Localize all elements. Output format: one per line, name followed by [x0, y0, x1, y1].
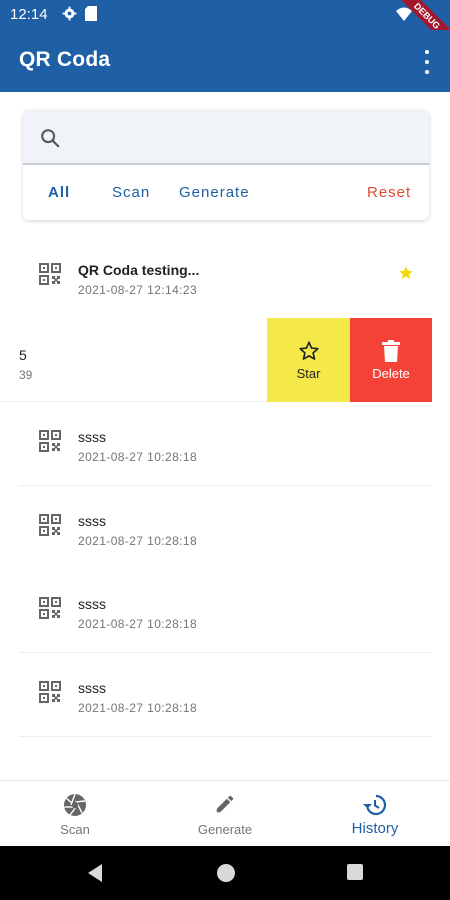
qr-code-icon: [39, 597, 61, 619]
history-item-title: ssss: [78, 596, 106, 612]
overflow-menu-icon[interactable]: [420, 50, 434, 74]
search-input[interactable]: [23, 110, 429, 165]
status-bar: 12:14 DEBUG: [0, 0, 450, 53]
home-icon[interactable]: [216, 863, 236, 883]
trash-icon: [382, 340, 400, 362]
status-icons-left: [62, 6, 97, 21]
history-item-title: 5: [19, 347, 27, 363]
nav-generate[interactable]: Generate: [150, 781, 300, 847]
filter-all-button[interactable]: All: [48, 184, 70, 201]
delete-action-label: Delete: [372, 366, 410, 381]
reset-button[interactable]: Reset: [367, 184, 411, 201]
system-navigation-bar: [0, 846, 450, 900]
history-item-date: 2021-08-27 10:28:18: [78, 617, 198, 631]
nav-history[interactable]: History: [300, 781, 450, 847]
qr-code-icon: [39, 263, 61, 285]
bottom-navigation: Scan Generate History: [0, 780, 450, 846]
nav-history-label: History: [351, 820, 399, 837]
camera-shutter-icon: [64, 793, 86, 816]
history-item-date: 2021-08-27 12:14:23: [78, 283, 198, 297]
app-bar: QR Coda: [0, 30, 450, 92]
filter-row: All Scan Generate Reset: [23, 167, 429, 220]
history-item-title: ssss: [78, 680, 106, 696]
search-filter-card: All Scan Generate Reset: [23, 110, 429, 220]
history-item[interactable]: ssss 2021-08-27 10:28:18: [19, 402, 432, 486]
history-item-date: 39: [19, 368, 33, 382]
nav-scan[interactable]: Scan: [0, 781, 150, 847]
search-icon: [41, 129, 60, 148]
history-item-title: QR Coda testing...: [78, 262, 200, 278]
qr-code-icon: [39, 681, 61, 703]
history-icon: [363, 794, 387, 816]
nav-scan-label: Scan: [60, 822, 90, 837]
history-item-date: 2021-08-27 10:28:18: [78, 450, 198, 464]
history-item[interactable]: QR Coda testing... 2021-08-27 12:14:23: [19, 235, 432, 319]
history-item-date: 2021-08-27 10:28:18: [78, 701, 198, 715]
history-item-title: ssss: [78, 429, 106, 445]
star-outline-icon: [298, 341, 319, 360]
delete-action-button[interactable]: Delete: [350, 318, 432, 402]
history-item[interactable]: ssss 2021-08-27 10:28:18: [19, 569, 432, 653]
history-item[interactable]: ssss 2021-08-27 10:28:18: [19, 653, 432, 737]
status-time: 12:14: [10, 6, 48, 23]
recents-icon[interactable]: [346, 863, 364, 881]
qr-code-icon: [39, 430, 61, 452]
settings-gear-icon: [62, 6, 77, 21]
qr-code-icon: [39, 514, 61, 536]
star-action-label: Star: [296, 366, 321, 381]
nav-generate-label: Generate: [197, 822, 253, 837]
filter-generate-button[interactable]: Generate: [179, 184, 250, 201]
star-action-button[interactable]: Star: [267, 318, 350, 402]
history-item-title: ssss: [78, 513, 106, 529]
history-item-swiped[interactable]: 5 39 Star Delete: [0, 318, 432, 402]
app-title: QR Coda: [19, 48, 111, 71]
back-icon[interactable]: [86, 863, 104, 883]
history-item-date: 2021-08-27 10:28:18: [78, 534, 198, 548]
star-filled-icon[interactable]: [398, 265, 414, 281]
filter-scan-button[interactable]: Scan: [112, 184, 150, 201]
sd-card-icon: [85, 6, 97, 21]
pencil-icon: [216, 795, 234, 813]
history-item[interactable]: ssss 2021-08-27 10:28:18: [19, 486, 432, 570]
